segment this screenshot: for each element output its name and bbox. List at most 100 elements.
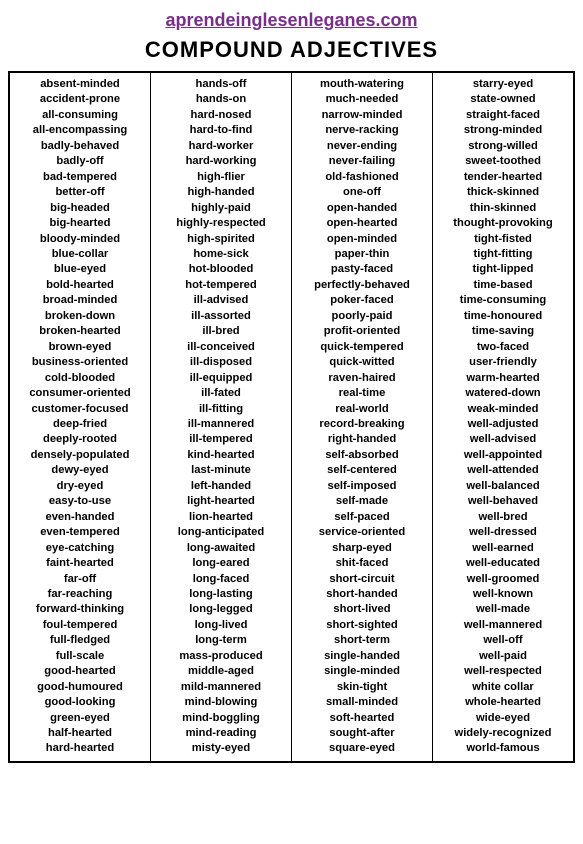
word-item: tight-fitting bbox=[436, 247, 570, 262]
word-item: never-ending bbox=[295, 139, 429, 154]
word-item: self-imposed bbox=[295, 479, 429, 494]
word-item: bad-tempered bbox=[13, 170, 147, 185]
word-item: densely-populated bbox=[13, 448, 147, 463]
word-item: single-minded bbox=[295, 664, 429, 679]
word-item: absent-minded bbox=[13, 77, 147, 92]
word-item: open-handed bbox=[295, 201, 429, 216]
word-item: quick-tempered bbox=[295, 340, 429, 355]
word-item: badly-off bbox=[13, 154, 147, 169]
word-item: broken-hearted bbox=[13, 324, 147, 339]
word-item: state-owned bbox=[436, 92, 570, 107]
word-item: well-attended bbox=[436, 463, 570, 478]
word-item: highly-paid bbox=[154, 201, 288, 216]
word-item: high-handed bbox=[154, 185, 288, 200]
word-item: blue-collar bbox=[13, 247, 147, 262]
word-item: nerve-racking bbox=[295, 123, 429, 138]
word-item: ill-advised bbox=[154, 293, 288, 308]
word-item: ill-tempered bbox=[154, 432, 288, 447]
word-item: dry-eyed bbox=[13, 479, 147, 494]
word-item: hard-working bbox=[154, 154, 288, 169]
word-item: mind-boggling bbox=[154, 711, 288, 726]
word-item: hard-nosed bbox=[154, 108, 288, 123]
page-title: COMPOUND ADJECTIVES bbox=[8, 37, 575, 63]
word-item: never-failing bbox=[295, 154, 429, 169]
word-item: watered-down bbox=[436, 386, 570, 401]
word-item: light-hearted bbox=[154, 494, 288, 509]
word-item: open-minded bbox=[295, 232, 429, 247]
word-item: bloody-minded bbox=[13, 232, 147, 247]
word-item: white collar bbox=[436, 680, 570, 695]
word-item: service-oriented bbox=[295, 525, 429, 540]
word-item: perfectly-behaved bbox=[295, 278, 429, 293]
word-item: badly-behaved bbox=[13, 139, 147, 154]
word-item: big-headed bbox=[13, 201, 147, 216]
word-item: mild-mannered bbox=[154, 680, 288, 695]
word-item: square-eyed bbox=[295, 741, 429, 756]
word-item: user-friendly bbox=[436, 355, 570, 370]
word-item: warm-hearted bbox=[436, 371, 570, 386]
word-item: deep-fried bbox=[13, 417, 147, 432]
word-item: quick-witted bbox=[295, 355, 429, 370]
word-item: even-tempered bbox=[13, 525, 147, 540]
word-item: soft-hearted bbox=[295, 711, 429, 726]
word-item: raven-haired bbox=[295, 371, 429, 386]
word-item: full-fledged bbox=[13, 633, 147, 648]
word-item: well-made bbox=[436, 602, 570, 617]
word-item: wide-eyed bbox=[436, 711, 570, 726]
word-item: well-known bbox=[436, 587, 570, 602]
word-item: well-respected bbox=[436, 664, 570, 679]
word-item: good-looking bbox=[13, 695, 147, 710]
word-item: long-awaited bbox=[154, 541, 288, 556]
column-2: hands-offhands-onhard-nosedhard-to-findh… bbox=[151, 73, 292, 761]
word-item: well-appointed bbox=[436, 448, 570, 463]
word-item: far-reaching bbox=[13, 587, 147, 602]
word-item: big-hearted bbox=[13, 216, 147, 231]
column-3: mouth-wateringmuch-needednarrow-mindedne… bbox=[292, 73, 433, 761]
word-item: self-paced bbox=[295, 510, 429, 525]
word-item: cold-blooded bbox=[13, 371, 147, 386]
word-item: self-centered bbox=[295, 463, 429, 478]
word-item: mind-blowing bbox=[154, 695, 288, 710]
word-item: ill-bred bbox=[154, 324, 288, 339]
word-item: well-advised bbox=[436, 432, 570, 447]
site-title: aprendeinglesenleganes.com bbox=[8, 10, 575, 31]
word-item: well-off bbox=[436, 633, 570, 648]
word-item: long-faced bbox=[154, 572, 288, 587]
word-item: long-anticipated bbox=[154, 525, 288, 540]
word-item: short-term bbox=[295, 633, 429, 648]
word-item: foul-tempered bbox=[13, 618, 147, 633]
word-item: full-scale bbox=[13, 649, 147, 664]
word-item: better-off bbox=[13, 185, 147, 200]
word-item: left-handed bbox=[154, 479, 288, 494]
word-item: one-off bbox=[295, 185, 429, 200]
word-item: high-spirited bbox=[154, 232, 288, 247]
word-item: green-eyed bbox=[13, 711, 147, 726]
word-item: real-time bbox=[295, 386, 429, 401]
word-item: mass-produced bbox=[154, 649, 288, 664]
word-item: thin-skinned bbox=[436, 201, 570, 216]
word-item: short-lived bbox=[295, 602, 429, 617]
word-item: eye-catching bbox=[13, 541, 147, 556]
word-item: open-hearted bbox=[295, 216, 429, 231]
word-item: strong-willed bbox=[436, 139, 570, 154]
word-item: paper-thin bbox=[295, 247, 429, 262]
word-item: much-needed bbox=[295, 92, 429, 107]
word-item: sweet-toothed bbox=[436, 154, 570, 169]
site-link[interactable]: aprendeinglesenleganes.com bbox=[165, 10, 417, 30]
word-item: long-term bbox=[154, 633, 288, 648]
word-item: kind-hearted bbox=[154, 448, 288, 463]
word-item: even-handed bbox=[13, 510, 147, 525]
word-item: self-absorbed bbox=[295, 448, 429, 463]
word-item: hands-on bbox=[154, 92, 288, 107]
word-item: whole-hearted bbox=[436, 695, 570, 710]
column-1: absent-mindedaccident-proneall-consuming… bbox=[10, 73, 151, 761]
word-item: well-groomed bbox=[436, 572, 570, 587]
word-columns: absent-mindedaccident-proneall-consuming… bbox=[8, 71, 575, 763]
word-item: hard-worker bbox=[154, 139, 288, 154]
word-item: half-hearted bbox=[13, 726, 147, 741]
word-item: sharp-eyed bbox=[295, 541, 429, 556]
word-item: ill-disposed bbox=[154, 355, 288, 370]
word-item: starry-eyed bbox=[436, 77, 570, 92]
column-4: starry-eyedstate-ownedstraight-facedstro… bbox=[433, 73, 573, 761]
word-item: business-oriented bbox=[13, 355, 147, 370]
